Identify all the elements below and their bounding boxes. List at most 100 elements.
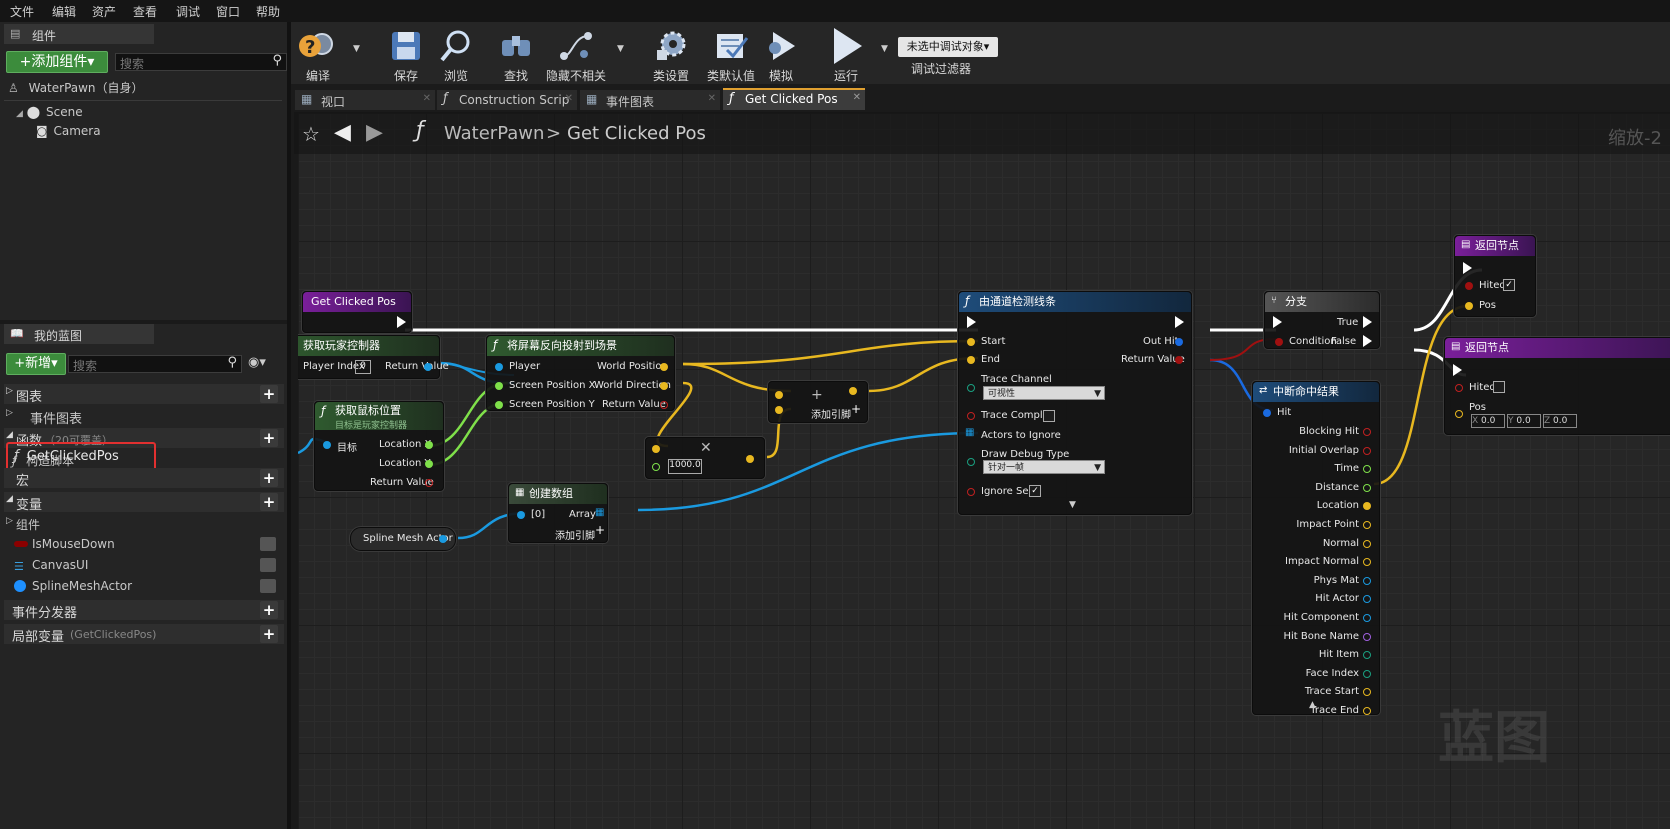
pos-x-input[interactable]: X 0.0: [1471, 414, 1505, 428]
enum-pin[interactable]: [967, 384, 975, 392]
multiplier-input[interactable]: 1000.0: [668, 459, 702, 474]
run-options-chevron-icon[interactable]: ▼: [881, 44, 888, 54]
exec-out-pin[interactable]: [397, 316, 406, 328]
output-pin[interactable]: [1363, 521, 1371, 529]
breadcrumb-root[interactable]: WaterPawn: [444, 123, 544, 144]
variable-item[interactable]: SplineMeshActor: [12, 578, 282, 596]
get-mouse-position-node[interactable]: 获取鼠标位置 目标是玩家控制器 ƒ 目标 Location X Location …: [314, 401, 444, 491]
output-pin[interactable]: [1363, 707, 1371, 715]
add-pin-label[interactable]: 添加引脚: [555, 527, 595, 542]
bool-pin[interactable]: [1465, 282, 1473, 290]
add-function-button[interactable]: +: [260, 429, 278, 447]
class-settings-button[interactable]: 类设置: [641, 22, 701, 84]
variables-section[interactable]: ◢ 变量 +: [4, 492, 284, 513]
make-array-node[interactable]: 创建数组 ▦ [0] Array ▦ 添加引脚 +: [508, 483, 608, 543]
vector-pin[interactable]: [746, 455, 754, 463]
close-icon[interactable]: ✕: [853, 92, 861, 103]
spline-mesh-actor-variable[interactable]: Spline Mesh Actor: [350, 527, 456, 551]
macros-section[interactable]: 宏 +: [4, 468, 284, 489]
exec-true-pin[interactable]: [1363, 316, 1372, 328]
simulate-button[interactable]: 模拟: [756, 22, 806, 84]
components-search-input[interactable]: 搜索 ⚲: [115, 53, 287, 71]
exec-false-pin[interactable]: [1363, 335, 1372, 347]
bool-pin[interactable]: [660, 401, 668, 409]
output-pin[interactable]: [1363, 465, 1371, 474]
object-pin[interactable]: [439, 535, 447, 543]
exec-in-pin[interactable]: [1453, 364, 1462, 376]
break-hit-result-node[interactable]: 中断命中结果 ⇄ Hit Blocking Hit Initial Overlap…: [1252, 381, 1380, 716]
debug-object-select[interactable]: 未选中调试对象▾: [898, 37, 998, 57]
add-pin-plus-icon[interactable]: +: [595, 523, 605, 537]
collapse-chevron-icon[interactable]: ▲: [1309, 700, 1316, 710]
get-player-controller-node[interactable]: 获取玩家控制器 Player Index 0 Return Value: [298, 335, 449, 379]
multiply-node[interactable]: ✕ 1000.0: [645, 437, 765, 479]
return-node[interactable]: 返回节点 ▤ Hited ✓ Pos: [1454, 235, 1536, 317]
output-pin[interactable]: [1363, 576, 1371, 585]
line-trace-by-channel-node[interactable]: 由通道检测线条 ƒ Start End Out Hit Return Value…: [958, 291, 1192, 515]
menu-debug[interactable]: 调试: [176, 3, 200, 20]
add-dispatcher-button[interactable]: +: [260, 601, 278, 619]
float-pin[interactable]: [425, 460, 433, 468]
eye-toggle-icon[interactable]: [260, 558, 276, 572]
bool-pin[interactable]: [1175, 356, 1183, 364]
vector-pin[interactable]: [967, 338, 975, 346]
trace-complex-checkbox[interactable]: [1043, 410, 1055, 422]
add-graph-button[interactable]: +: [260, 385, 278, 403]
output-pin[interactable]: [1363, 483, 1371, 492]
hited-checkbox[interactable]: [1493, 381, 1505, 393]
object-pin[interactable]: [323, 441, 331, 449]
output-pin[interactable]: [1363, 595, 1371, 604]
blueprint-search-input[interactable]: 搜索 ⚲: [68, 355, 242, 373]
add-pin-plus-icon[interactable]: +: [851, 402, 861, 416]
menu-edit[interactable]: 编辑: [52, 3, 76, 20]
class-defaults-button[interactable]: 类默认值: [701, 22, 761, 84]
float-pin[interactable]: [425, 441, 433, 449]
output-pin[interactable]: [1363, 502, 1371, 511]
array-pin[interactable]: ▦: [595, 507, 604, 518]
struct-pin[interactable]: [1263, 409, 1271, 417]
add-variable-button[interactable]: +: [260, 493, 278, 511]
search-icon[interactable]: ⚲: [227, 355, 237, 370]
object-pin[interactable]: [517, 511, 525, 519]
vector-pin[interactable]: [1465, 302, 1473, 310]
graphs-section[interactable]: ▷ 图表 +: [4, 384, 284, 405]
branch-node[interactable]: 分支 ⑂ True Condition False: [1264, 291, 1380, 349]
output-pin[interactable]: [1363, 632, 1371, 641]
add-macro-button[interactable]: +: [260, 469, 278, 487]
output-pin[interactable]: [1363, 669, 1371, 678]
close-icon[interactable]: ✕: [565, 93, 573, 104]
tab-get-clicked-pos[interactable]: ƒ Get Clicked Pos ✕: [723, 88, 865, 110]
dispatchers-section[interactable]: 事件分发器 +: [4, 600, 284, 621]
search-icon[interactable]: ⚲: [272, 53, 282, 68]
object-pin[interactable]: [424, 363, 432, 371]
bool-pin[interactable]: [1275, 338, 1283, 346]
play-button[interactable]: 运行: [821, 22, 871, 84]
trace-channel-select[interactable]: 可视性 ▼: [983, 386, 1105, 400]
output-pin[interactable]: [1363, 651, 1371, 660]
exec-in-pin[interactable]: [967, 316, 976, 328]
menu-file[interactable]: 文件: [10, 3, 34, 20]
hited-checkbox[interactable]: ✓: [1503, 279, 1515, 291]
exec-out-pin[interactable]: [1175, 316, 1184, 328]
local-vars-section[interactable]: 局部变量 (GetClickedPos) +: [4, 624, 284, 645]
vector-pin[interactable]: [775, 406, 783, 414]
vector-pin[interactable]: [660, 382, 668, 390]
expand-chevron-icon[interactable]: ▼: [1069, 500, 1076, 510]
find-button[interactable]: 查找: [491, 22, 541, 84]
variable-item[interactable]: ☰ CanvasUI: [12, 557, 282, 575]
add-pin-label[interactable]: 添加引脚: [811, 406, 851, 421]
components-tab[interactable]: ▤ 组件: [4, 24, 154, 44]
bool-pin[interactable]: [967, 412, 975, 420]
add-node[interactable]: + 添加引脚 +: [768, 381, 868, 423]
output-pin[interactable]: [1363, 539, 1371, 548]
pos-y-input[interactable]: Y 0.0: [1507, 414, 1541, 428]
eye-toggle-icon[interactable]: [260, 537, 276, 551]
event-graph-item[interactable]: ▷ 事件图表: [4, 406, 284, 427]
my-blueprint-tab[interactable]: 📖 我的蓝图: [4, 324, 154, 344]
float-pin[interactable]: [495, 401, 503, 409]
save-button[interactable]: 保存: [381, 22, 431, 84]
eye-toggle-icon[interactable]: [260, 579, 276, 593]
forward-arrow-icon[interactable]: ▶: [366, 120, 383, 145]
vector-pin[interactable]: [1455, 410, 1463, 418]
tab-event-graph[interactable]: ▦ 事件图表 ✕: [580, 90, 720, 110]
